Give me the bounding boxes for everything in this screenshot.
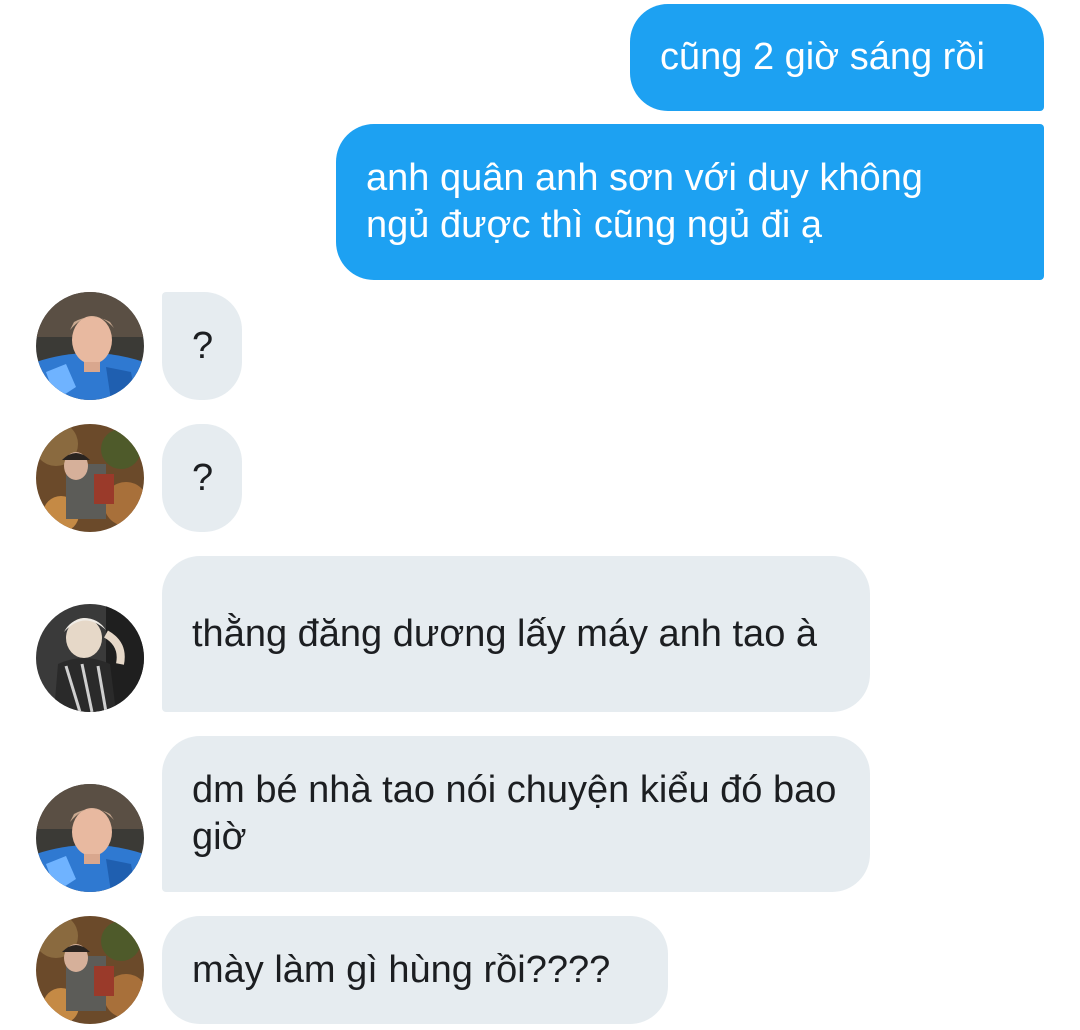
outgoing-message[interactable]: anh quân anh sơn với duy không ngủ được … — [336, 124, 1044, 280]
incoming-message[interactable]: thằng đăng dương lấy máy anh tao à — [162, 556, 870, 712]
avatar[interactable] — [36, 604, 144, 712]
incoming-message[interactable]: ? — [162, 292, 242, 400]
incoming-message[interactable]: ? — [162, 424, 242, 532]
message-text: mày làm gì hùng rồi???? — [192, 948, 611, 991]
avatar[interactable] — [36, 292, 144, 400]
message-text: anh quân anh sơn với duy không ngủ được … — [366, 157, 923, 246]
message-text: cũng 2 giờ sáng rồi — [660, 36, 985, 78]
message-text: thằng đăng dương lấy máy anh tao à — [192, 612, 818, 655]
avatar[interactable] — [36, 424, 144, 532]
message-text: ? — [192, 456, 214, 499]
avatar[interactable] — [36, 784, 144, 892]
outgoing-message[interactable]: cũng 2 giờ sáng rồi — [630, 4, 1044, 111]
message-text: ? — [192, 324, 214, 367]
message-text: dm bé nhà tao nói chuyện kiểu đó bao giờ — [192, 769, 837, 858]
incoming-message[interactable]: mày làm gì hùng rồi???? — [162, 916, 668, 1024]
chat-thread: cũng 2 giờ sáng rồi anh quân anh sơn với… — [0, 0, 1080, 1030]
incoming-message[interactable]: dm bé nhà tao nói chuyện kiểu đó bao giờ — [162, 736, 870, 892]
avatar[interactable] — [36, 916, 144, 1024]
